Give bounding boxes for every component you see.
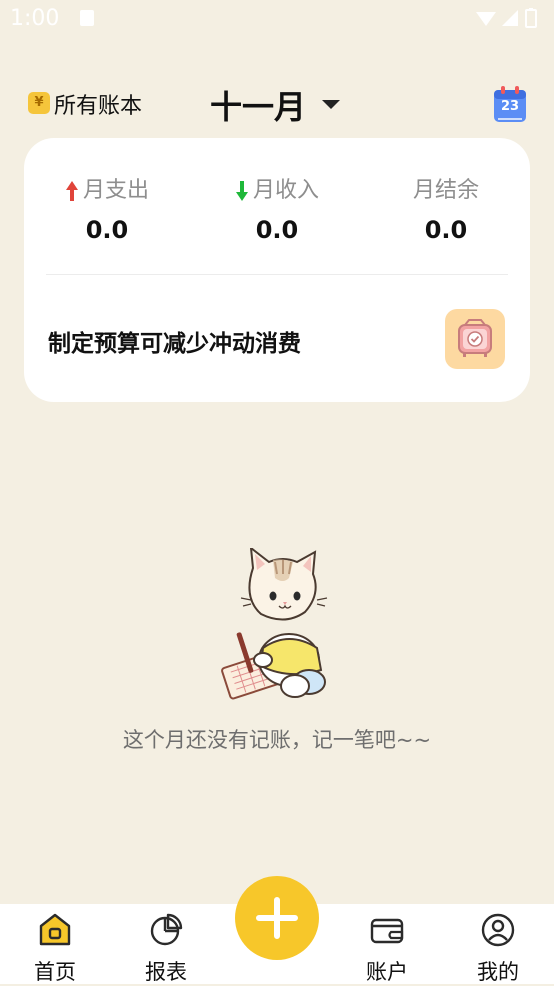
nav-label-home: 首页 — [34, 960, 76, 984]
status-time: 1:00 — [10, 6, 60, 31]
nav-label-reports: 报表 — [145, 960, 187, 984]
nav-accounts[interactable]: 账户 — [342, 912, 432, 986]
expense-value: 0.0 — [85, 216, 129, 244]
add-record-button[interactable] — [235, 876, 319, 960]
income-stat[interactable]: 月收入 0.0 — [202, 172, 352, 244]
expense-label: 月支出 — [82, 178, 149, 203]
plus-icon — [256, 897, 298, 939]
empty-state-message: 这个月还没有记账，记一笔吧~~ — [122, 728, 432, 752]
arrow-down-icon — [235, 181, 248, 201]
nav-label-profile: 我的 — [477, 960, 519, 984]
monthly-summary-card: 月支出 0.0 月收入 0.0 月结余 0.0 制定预算可减少冲动消费 — [24, 138, 530, 402]
signal-battery-icon — [476, 8, 537, 28]
nav-home[interactable]: 首页 — [10, 912, 100, 986]
top-bar: ¥ 所有账本 十一月 23 — [0, 78, 554, 134]
empty-state-illustration — [213, 545, 343, 708]
nav-reports[interactable]: 报表 — [121, 912, 211, 986]
alarm-clock-icon — [458, 319, 492, 357]
calendar-button[interactable]: 23 — [492, 84, 528, 124]
user-icon — [481, 913, 515, 947]
status-indicators — [474, 8, 544, 36]
ledger-selector[interactable]: 所有账本 — [54, 88, 142, 120]
chevron-down-icon[interactable] — [322, 100, 340, 109]
balance-stat[interactable]: 月结余 0.0 — [371, 172, 521, 244]
calendar-day: 23 — [500, 99, 520, 114]
cat-writing-illustration — [221, 545, 328, 700]
home-icon — [39, 913, 71, 946]
income-label: 月收入 — [252, 178, 319, 203]
balance-label: 月结余 — [412, 178, 479, 203]
expense-stat[interactable]: 月支出 0.0 — [32, 172, 182, 244]
wallet-icon — [370, 918, 404, 944]
budget-button[interactable] — [445, 309, 505, 369]
status-bar: 1:00 — [0, 0, 554, 38]
month-selector[interactable]: 十一月 — [210, 82, 306, 128]
notification-icon — [80, 10, 94, 26]
pie-chart-icon — [150, 913, 183, 946]
budget-tip[interactable]: 制定预算可减少冲动消费 — [48, 324, 301, 358]
income-value: 0.0 — [255, 216, 299, 244]
divider — [46, 274, 508, 275]
ledger-icon[interactable]: ¥ — [28, 92, 50, 114]
nav-profile[interactable]: 我的 — [453, 912, 543, 986]
arrow-up-icon — [65, 181, 78, 201]
nav-label-accounts: 账户 — [366, 960, 408, 984]
balance-value: 0.0 — [424, 216, 468, 244]
